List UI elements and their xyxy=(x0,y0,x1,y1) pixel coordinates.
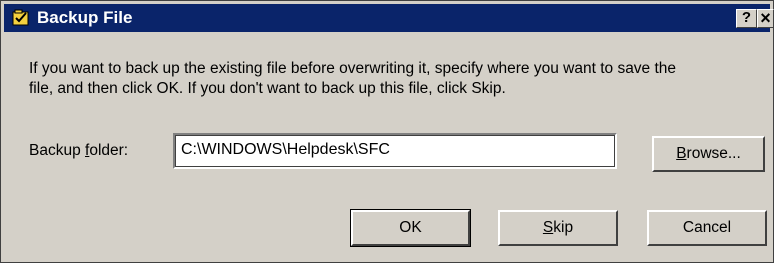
instruction-line-1: If you want to back up the existing file… xyxy=(29,60,677,77)
browse-button-accesskey: B xyxy=(676,145,687,162)
backup-file-icon xyxy=(12,9,29,26)
backup-file-dialog: Backup File ? × If you want to back up t… xyxy=(0,0,774,263)
ok-button[interactable]: OK xyxy=(350,209,471,247)
close-icon: × xyxy=(760,8,771,28)
help-button[interactable]: ? xyxy=(736,9,757,28)
skip-button-accesskey: S xyxy=(542,219,554,236)
ok-button-label: OK xyxy=(399,219,422,236)
instruction-text: If you want to back up the existing file… xyxy=(29,59,759,99)
window-title: Backup File xyxy=(37,8,133,27)
backup-folder-input[interactable]: C:\WINDOWS\Helpdesk\SFC xyxy=(173,133,617,169)
instruction-line-2: file, and then click OK. If you don't wa… xyxy=(29,80,506,97)
backup-folder-label: Backup folder: xyxy=(29,141,128,161)
browse-button-label: rowse... xyxy=(686,145,741,162)
skip-button-label: kip xyxy=(553,219,574,236)
title-bar[interactable]: Backup File ? × xyxy=(4,4,774,32)
skip-button[interactable]: Skip xyxy=(498,210,618,246)
help-icon: ? xyxy=(741,9,752,26)
close-button[interactable]: × xyxy=(757,9,774,28)
backup-folder-label-suffix: older: xyxy=(89,142,129,159)
cancel-button-label: Cancel xyxy=(682,219,732,236)
cancel-button[interactable]: Cancel xyxy=(647,210,767,246)
browse-button[interactable]: Browse... xyxy=(652,136,765,172)
backup-folder-value: C:\WINDOWS\Helpdesk\SFC xyxy=(181,141,390,158)
backup-folder-label-prefix: Backup xyxy=(29,142,86,159)
